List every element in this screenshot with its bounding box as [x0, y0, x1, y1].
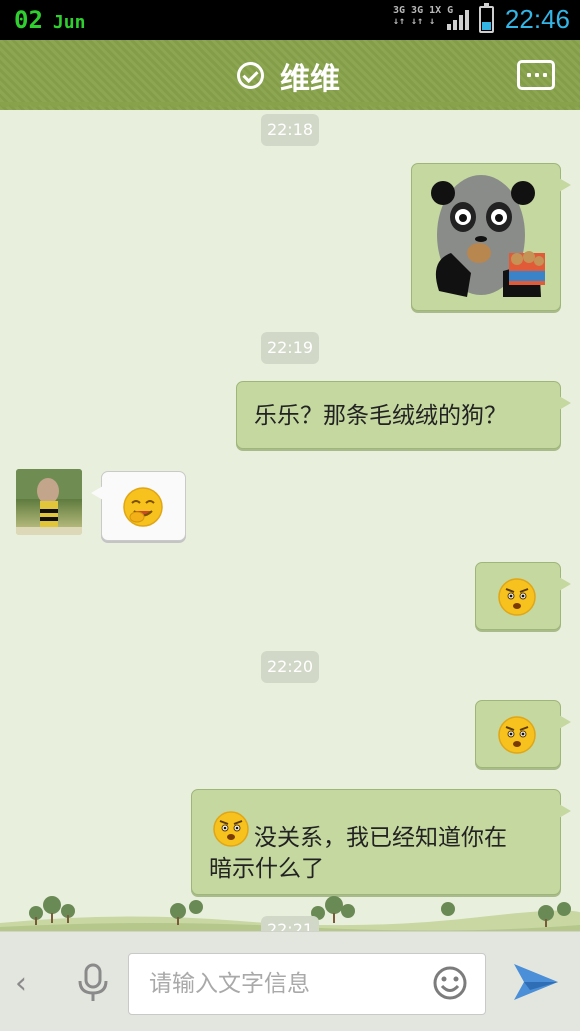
message-bubble-in[interactable] [91, 471, 186, 541]
smiley-icon[interactable] [432, 965, 468, 1001]
message-text: 乐乐？那条毛绒绒的狗？ [254, 403, 507, 429]
check-circle-icon [237, 62, 264, 89]
message-bubble-out[interactable] [475, 700, 571, 768]
chat-title: 维维 [280, 62, 340, 97]
angry-face-emoji [498, 578, 536, 616]
message-text-line: 没关系，我已经知道你在 [254, 825, 507, 851]
network-activity: ↓↑ ↓↑ ↓ [393, 16, 436, 27]
status-bar: 02 Jun 3G 3G 1X G ↓↑ ↓↑ ↓ 22:46 [0, 0, 580, 40]
send-icon[interactable] [512, 960, 560, 1004]
microphone-icon[interactable] [76, 963, 110, 1003]
status-date: 02 Jun [14, 6, 85, 34]
more-icon[interactable] [517, 60, 555, 90]
message-bubble-out[interactable] [475, 562, 571, 630]
panda-sticker [431, 175, 545, 297]
laughing-face-emoji [123, 487, 163, 527]
network-indicator: 3G 3G 1X G ↓↑ ↓↑ ↓ [393, 5, 453, 27]
battery-icon [479, 3, 494, 33]
message-bubble-out[interactable] [411, 163, 571, 311]
angry-face-emoji [498, 716, 536, 754]
chevron-left-icon[interactable]: ‹ [15, 966, 27, 1001]
timestamp: 22:19 [261, 332, 319, 364]
timestamp: 22:20 [261, 651, 319, 683]
avatar-photo [16, 469, 82, 535]
status-month: Jun [52, 12, 86, 33]
status-day: 02 [14, 6, 43, 34]
message-text-line: 暗示什么了 [209, 856, 324, 882]
timestamp: 22:18 [261, 114, 319, 146]
avatar[interactable] [16, 469, 82, 535]
header-scalloped-edge [0, 102, 580, 112]
battery-fill [482, 22, 491, 30]
network-types: 3G 3G 1X G [393, 5, 454, 16]
status-time: 22:46 [504, 4, 570, 34]
message-bubble-out[interactable]: 没关系，我已经知道你在 暗示什么了 [191, 789, 571, 895]
signal-icon [447, 10, 469, 30]
message-bubble-out[interactable]: 乐乐？那条毛绒绒的狗？ [236, 381, 571, 449]
angry-face-emoji [213, 811, 249, 847]
